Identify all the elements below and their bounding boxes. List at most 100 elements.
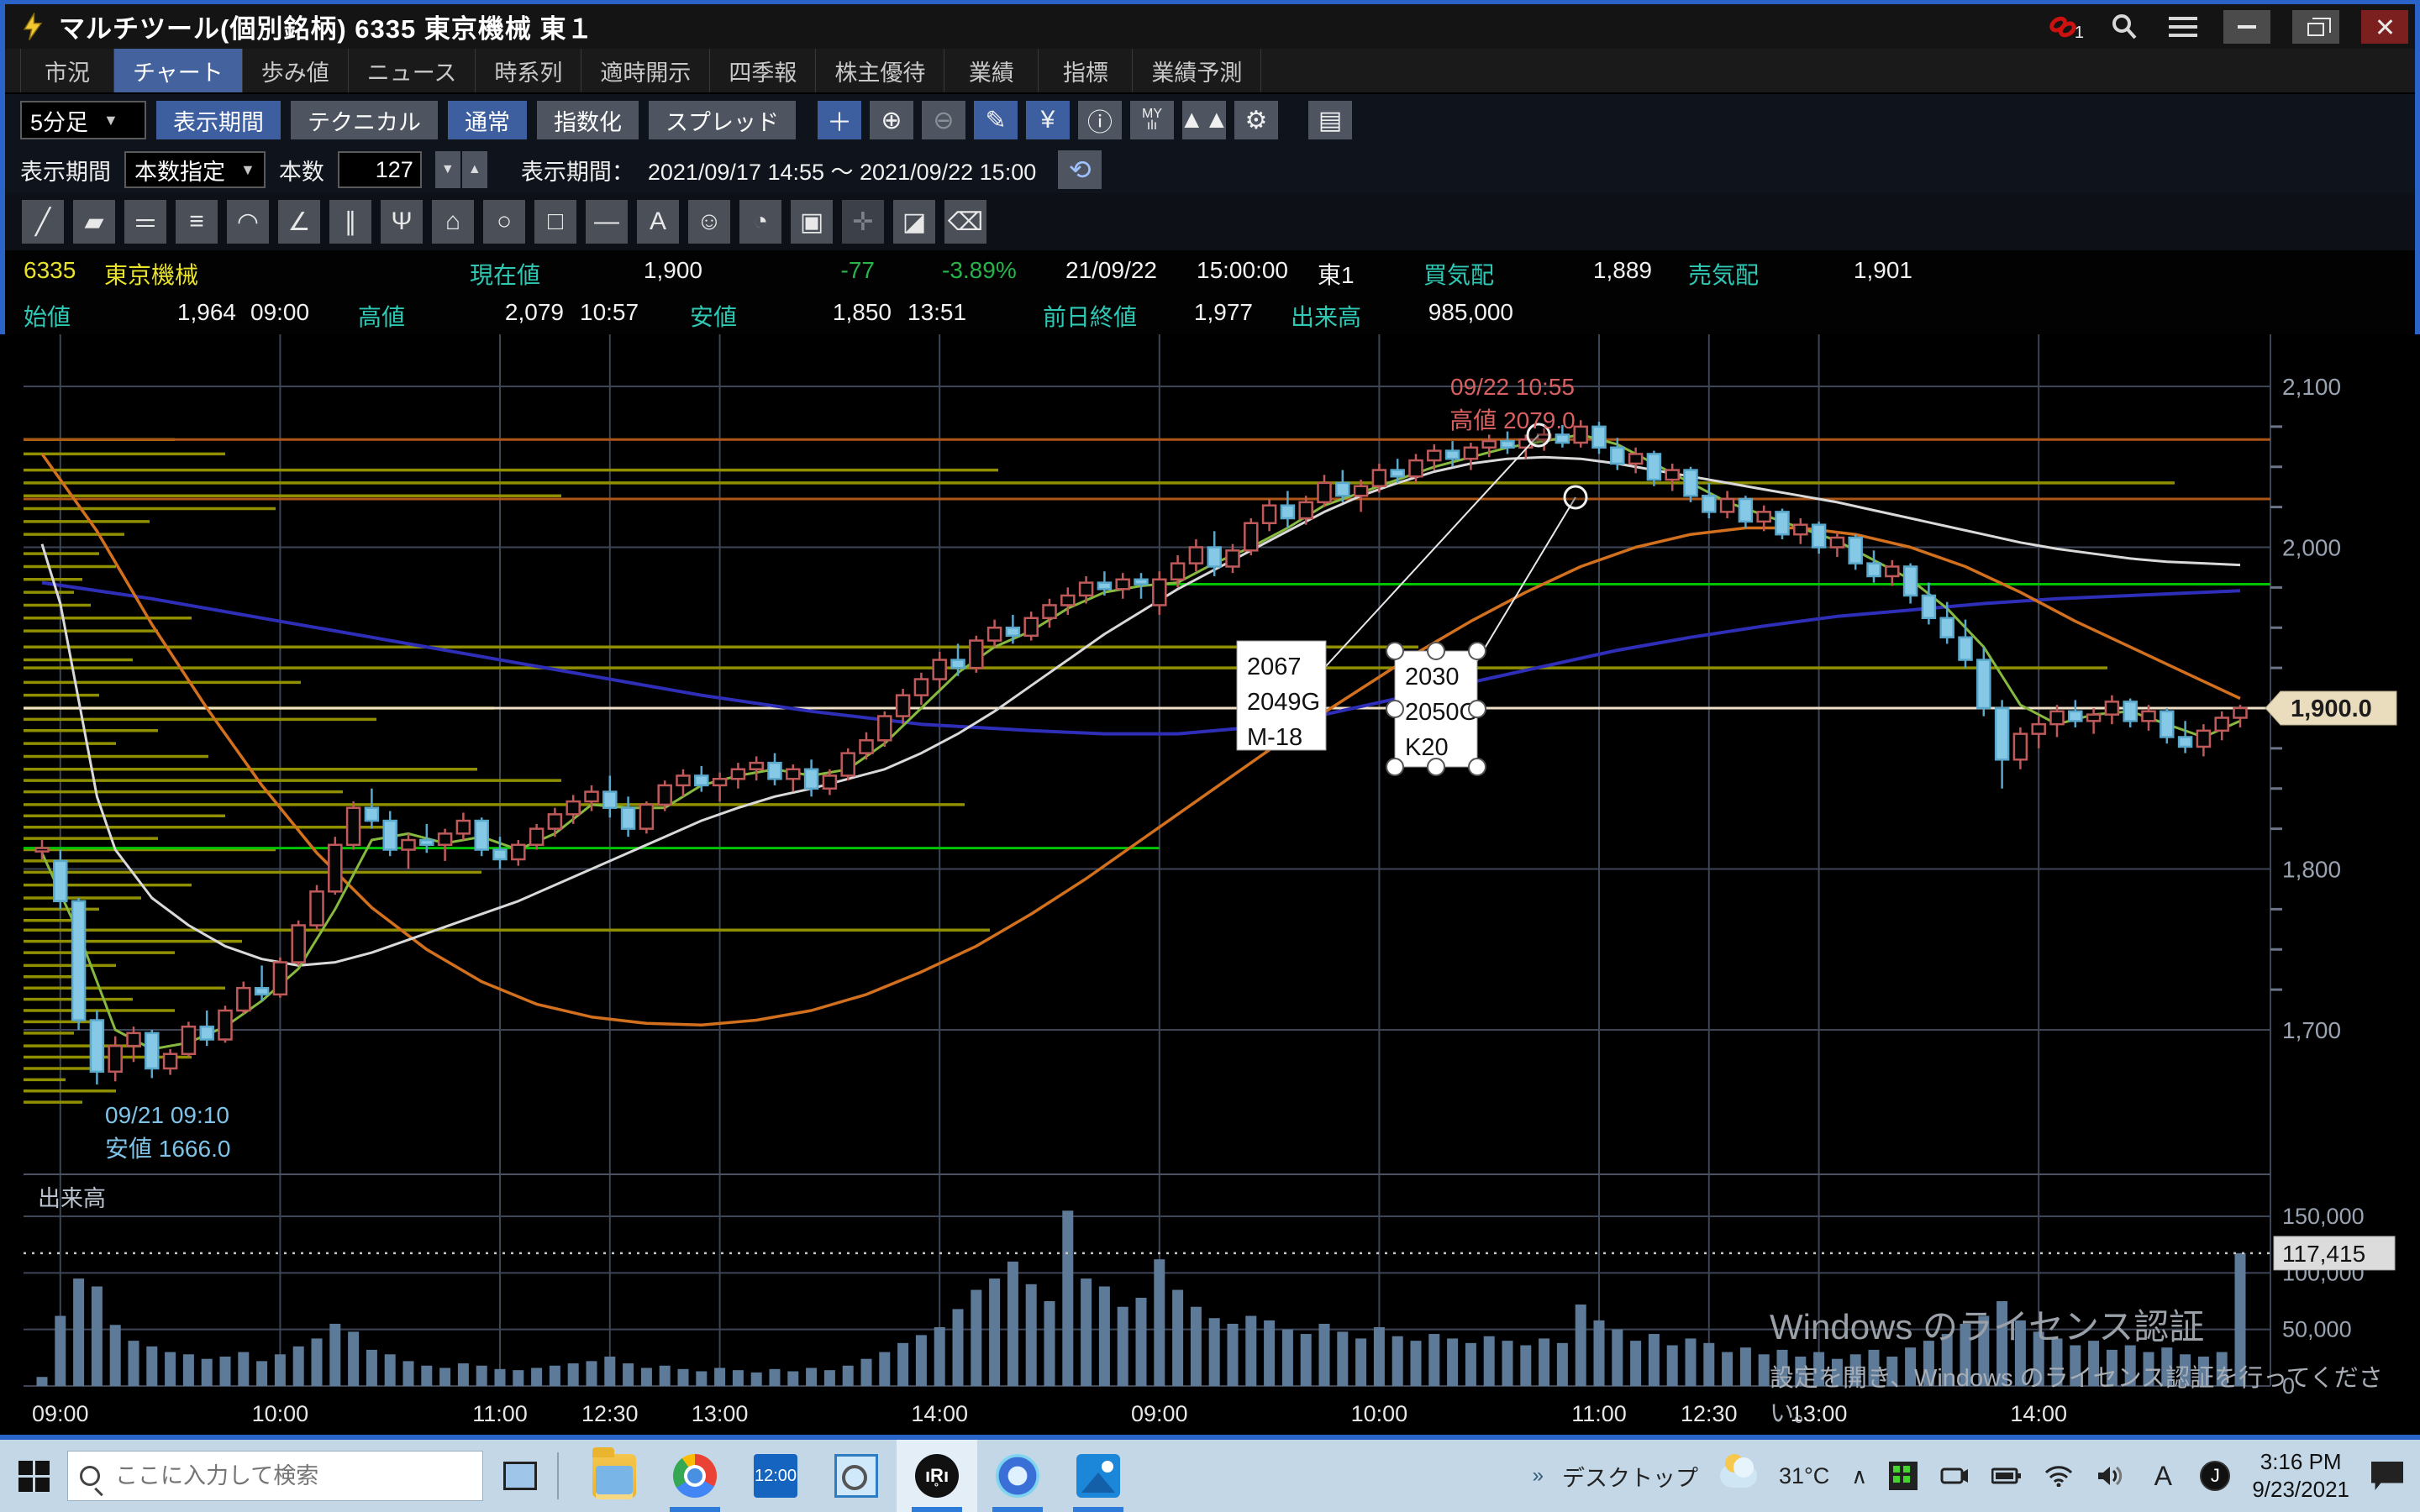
icon-stamp-tool[interactable]: ☺ [688, 200, 730, 244]
tray-battery-icon[interactable] [1991, 1461, 2022, 1491]
pentagon-tool[interactable]: ⌂ [432, 200, 474, 244]
ellipse-tool[interactable]: ○ [483, 200, 525, 244]
move-object-tool[interactable]: ✛ [842, 200, 884, 244]
normal-button[interactable]: 通常 [448, 101, 527, 139]
tray-widget-icon[interactable] [1889, 1462, 1918, 1490]
window-title: マルチツール(個別銘柄) 6335 東京機械 東１ [59, 8, 593, 45]
restore-button[interactable] [2292, 10, 2339, 44]
high-price: 2,079 [459, 299, 564, 326]
taskbar-chrome-icon[interactable] [655, 1440, 735, 1512]
tab-9[interactable]: 指標 [1039, 49, 1133, 92]
tab-1[interactable]: チャート [114, 49, 243, 92]
vertical-lines-tool[interactable]: ∥ [329, 200, 371, 244]
count-mode-dropdown[interactable]: 本数指定 ▼ [124, 151, 266, 188]
svg-text:2030: 2030 [1405, 664, 1460, 690]
pitchfork-tool[interactable]: Ψ [381, 200, 423, 244]
weather-icon[interactable] [1720, 1464, 1757, 1488]
taskbar-bluetile-icon[interactable]: 12:00 [735, 1440, 816, 1512]
print-icon[interactable]: ▤ [1308, 101, 1352, 139]
count-mode-value: 本数指定 [134, 154, 225, 186]
candlestick-chart[interactable]: 20672049GM-1820302050GK2009/22 10:55高値 2… [0, 334, 2420, 1435]
taskbar-explorer-icon [592, 1454, 636, 1498]
erase-all-tool[interactable]: ⌫ [944, 200, 986, 244]
taskbar-explorer-icon[interactable] [574, 1440, 655, 1512]
svg-text:11:00: 11:00 [1571, 1401, 1627, 1426]
svg-text:13:00: 13:00 [1791, 1401, 1848, 1426]
display-period-button[interactable]: 表示期間 [156, 101, 281, 139]
hidden-icons-chevron[interactable]: ∧ [1851, 1463, 1867, 1489]
rectangle-tool[interactable]: □ [534, 200, 576, 244]
link-group-icon[interactable]: 1 [2047, 10, 2084, 44]
tab-7[interactable]: 株主優待 [816, 49, 944, 92]
taskbar-photos-icon[interactable] [1058, 1440, 1139, 1512]
taskbar-divider [557, 1452, 559, 1499]
fibonacci-arc-tool[interactable]: ◠ [227, 200, 269, 244]
taskbar-marketspeed-icon[interactable]: ıR̥ı [897, 1440, 977, 1512]
count-stepper[interactable]: ▼▲ [435, 151, 487, 188]
area-chart-icon[interactable]: ▲▲ [1182, 101, 1226, 139]
taskbar-snip-icon[interactable] [816, 1440, 897, 1512]
search-input[interactable] [113, 1462, 450, 1490]
yen-axis-icon[interactable]: ¥ [1026, 101, 1070, 139]
tab-10[interactable]: 業績予測 [1133, 49, 1261, 92]
stepper-down-icon[interactable]: ▼ [435, 151, 460, 188]
app-bolt-icon [18, 13, 47, 41]
chart-canvas[interactable]: 20672049GM-1820302050GK2009/22 10:55高値 2… [0, 334, 2420, 1435]
stepper-up-icon[interactable]: ▲ [462, 151, 487, 188]
horizontal-segment-tool[interactable]: — [586, 200, 628, 244]
taskbar-sync-icon[interactable] [977, 1440, 1058, 1512]
search-icon[interactable] [2106, 10, 2143, 44]
toolbar-overflow-chevron[interactable]: » [1533, 1464, 1540, 1488]
info-icon[interactable]: ⓘ [1078, 101, 1122, 139]
notification-center-icon[interactable] [2371, 1462, 2403, 1490]
minimize-button[interactable] [2223, 10, 2270, 44]
reload-icon[interactable]: ⟲ [1058, 150, 1102, 189]
tray-volume-icon[interactable] [2096, 1461, 2126, 1491]
temperature-text[interactable]: 31°C [1779, 1463, 1829, 1489]
taskbar-sync-icon [996, 1454, 1039, 1498]
indexed-button[interactable]: 指数化 [537, 101, 639, 139]
tab-5[interactable]: 適時開示 [581, 49, 710, 92]
drawing-toolbar: ╱▰＝≡◠∠∥Ψ⌂○□—A☺◔▣✛◪⌫ [5, 193, 2415, 250]
tab-0[interactable]: 市況 [20, 49, 114, 92]
technical-button[interactable]: テクニカル [291, 101, 438, 139]
draw-pencil-icon[interactable]: ✎ [974, 101, 1018, 139]
taskbar-chrome-icon [673, 1454, 717, 1498]
zoom-in-icon[interactable]: ⊕ [870, 101, 913, 139]
crosshair-icon[interactable]: ＋ [818, 101, 861, 139]
current-price-tag: 1,900.0 [2291, 696, 2372, 722]
desktop-screen: マルチツール(個別銘柄) 6335 東京機械 東１ 1 市況チャート歩み値ニュー… [0, 0, 2420, 1512]
my-indicator-icon[interactable]: MYılı [1130, 101, 1174, 139]
taskbar-bluetile-icon: 12:00 [754, 1454, 797, 1498]
tab-2[interactable]: 歩み値 [243, 49, 349, 92]
bar-count-input[interactable] [338, 151, 422, 188]
interval-dropdown[interactable]: 5分足 ▼ [20, 101, 146, 139]
menu-icon[interactable] [2165, 10, 2202, 44]
zoom-out-icon[interactable]: ⊖ [922, 101, 965, 139]
tab-8[interactable]: 業績 [944, 49, 1039, 92]
tab-6[interactable]: 四季報 [710, 49, 816, 92]
two-horizontal-lines-tool[interactable]: ＝ [124, 200, 166, 244]
ime-icon[interactable]: J [2200, 1461, 2230, 1491]
ime-mode-letter[interactable]: A [2148, 1461, 2178, 1491]
spread-button[interactable]: スプレッド [649, 101, 796, 139]
trend-line-tool[interactable]: ╱ [22, 200, 64, 244]
fan-line-tool[interactable]: ∠ [278, 200, 320, 244]
tray-camera-icon[interactable] [1939, 1461, 1970, 1491]
text-tool[interactable]: A [637, 200, 679, 244]
tab-3[interactable]: ニュース [349, 49, 476, 92]
taskbar-search[interactable] [67, 1451, 483, 1501]
task-view-icon[interactable] [503, 1462, 537, 1490]
erase-object-tool[interactable]: ◪ [893, 200, 935, 244]
parallel-line-tool[interactable]: ▰ [73, 200, 115, 244]
tab-4[interactable]: 時系列 [476, 49, 581, 92]
taskbar-clock[interactable]: 3:16 PM 9/23/2021 [2252, 1448, 2349, 1504]
multi-horizontal-lines-tool[interactable]: ≡ [176, 200, 218, 244]
copy-object-tool[interactable]: ▣ [791, 200, 833, 244]
price-time-marker-tool[interactable]: ◔ [739, 200, 781, 244]
close-button[interactable] [2361, 10, 2408, 44]
desktop-toolbar-label[interactable]: デスクトップ [1562, 1460, 1698, 1493]
settings-wrench-icon[interactable]: ⚙ [1234, 101, 1278, 139]
tray-wifi-icon[interactable] [2044, 1461, 2074, 1491]
start-button[interactable] [0, 1440, 67, 1512]
